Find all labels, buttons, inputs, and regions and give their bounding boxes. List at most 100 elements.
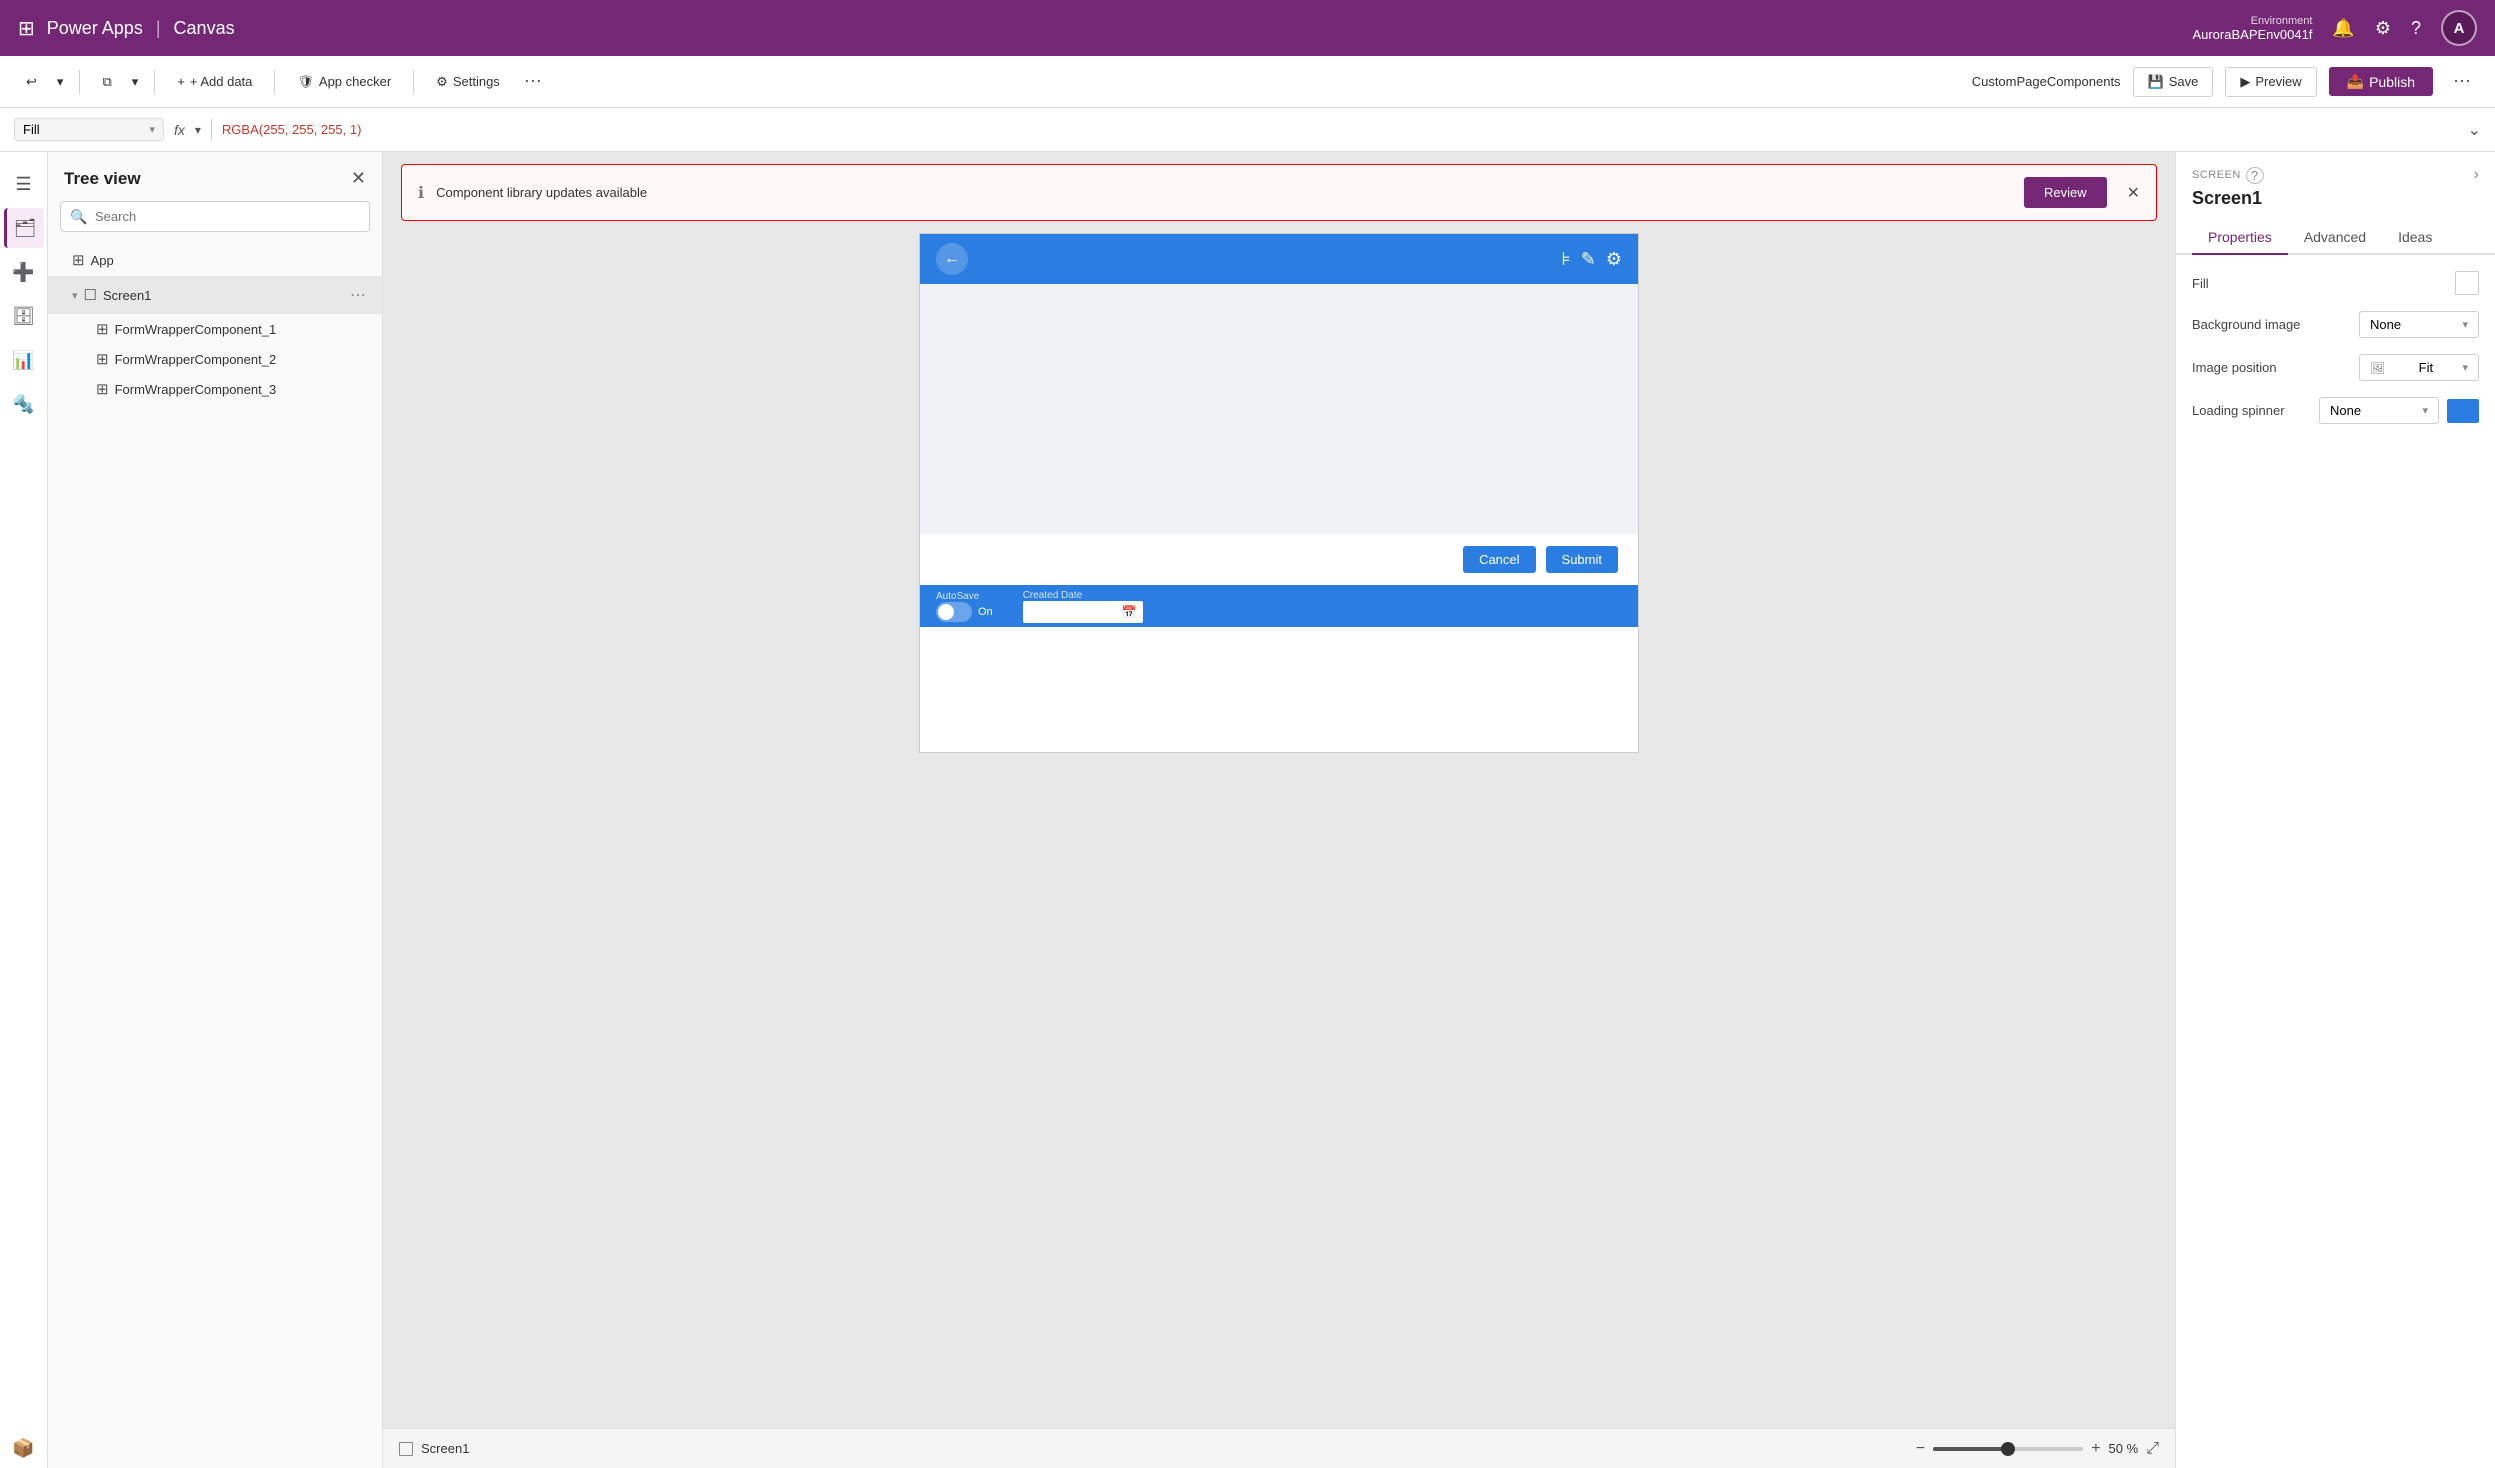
right-panel-tabs: Properties Advanced Ideas <box>2176 221 2495 255</box>
component3-label: FormWrapperComponent_3 <box>115 382 370 397</box>
sidebar-insert-icon[interactable]: ➕ <box>4 252 44 292</box>
right-panel-title: Screen1 <box>2176 184 2495 221</box>
fill-value <box>2455 271 2479 295</box>
app-title: Power Apps | Canvas <box>47 18 235 39</box>
formula-bar: Fill ▾ fx ▾ RGBA(255, 255, 255, 1) ⌄ <box>0 108 2495 152</box>
copy-dropdown-button[interactable]: ▾ <box>128 69 143 95</box>
tab-ideas[interactable]: Ideas <box>2382 221 2448 255</box>
add-data-button[interactable]: + + Add data <box>167 69 262 94</box>
tree-item-component2[interactable]: ⊞ FormWrapperComponent_2 <box>48 344 382 374</box>
toolbar-separator-2 <box>154 70 155 94</box>
app-edit-icon[interactable]: ✎ <box>1581 249 1596 270</box>
sidebar-components-icon[interactable]: 🔩 <box>4 384 44 424</box>
app-icon: ⊞ <box>72 251 85 269</box>
app-filter-icon[interactable]: ⊧ <box>1561 249 1570 270</box>
formula-expand-icon[interactable]: ⌄ <box>2468 122 2481 139</box>
zoom-controls: − + 50 % ⤢ <box>1916 1440 2159 1458</box>
settings-button[interactable]: ⚙ Settings <box>426 69 510 95</box>
tree-header: Tree view ✕ <box>48 152 382 201</box>
property-selector[interactable]: Fill ▾ <box>14 118 164 141</box>
app-checker-button[interactable]: 🛡 App checker <box>287 69 401 95</box>
topbar: ⊞ Power Apps | Canvas Environment Aurora… <box>0 0 2495 56</box>
zoom-slider[interactable] <box>1933 1447 2083 1451</box>
undo-button[interactable]: ↩ <box>16 69 47 95</box>
fill-color-swatch[interactable] <box>2455 271 2479 295</box>
created-date-input[interactable]: 📅 <box>1023 601 1143 623</box>
tab-advanced[interactable]: Advanced <box>2288 221 2382 255</box>
tree-item-component1[interactable]: ⊞ FormWrapperComponent_1 <box>48 314 382 344</box>
gear-icon: ⚙ <box>436 74 448 90</box>
loading-spinner-color-swatch[interactable] <box>2447 399 2479 423</box>
tree-items: ⊞ App ▾ ☐ Screen1 ⋯ ⊞ FormWrapperCompone… <box>48 244 382 1468</box>
tree-item-component3[interactable]: ⊞ FormWrapperComponent_3 <box>48 374 382 404</box>
save-button[interactable]: 💾 Save <box>2133 67 2214 97</box>
app-header-icons: ⊧ ✎ ⚙ <box>1561 249 1622 270</box>
image-position-property-row: Image position 🖼 Fit ▾ <box>2192 354 2479 381</box>
app-settings-icon[interactable]: ⚙ <box>1606 249 1622 270</box>
right-panel-help-icon[interactable]: ? <box>2246 167 2264 184</box>
created-date-field: Created Date 📅 <box>1023 590 1143 623</box>
image-position-dropdown[interactable]: 🖼 Fit ▾ <box>2359 354 2479 381</box>
screen-label: SCREEN ? <box>2192 167 2264 184</box>
image-position-dropdown-icon: ▾ <box>2462 361 2468 374</box>
search-input[interactable] <box>60 201 370 232</box>
notification-text: Component library updates available <box>436 185 2012 200</box>
review-button[interactable]: Review <box>2024 177 2107 208</box>
notification-close-button[interactable]: ✕ <box>2127 183 2140 203</box>
component2-label: FormWrapperComponent_2 <box>115 352 370 367</box>
sidebar-home-icon[interactable]: ☰ <box>4 164 44 204</box>
grid-icon[interactable]: ⊞ <box>18 16 35 41</box>
notification-bell-icon[interactable]: 🔔 <box>2332 18 2354 39</box>
search-icon: 🔍 <box>70 208 87 225</box>
zoom-thumb[interactable] <box>2001 1442 2015 1456</box>
formula-chevron-icon[interactable]: ▾ <box>195 123 201 137</box>
page-name-label: CustomPageComponents <box>1972 74 2121 89</box>
sidebar-charts-icon[interactable]: 📊 <box>4 340 44 380</box>
loading-spinner-value: None ▾ <box>2319 397 2479 424</box>
app-footer-bar: AutoSave On Created Date 📅 <box>920 585 1638 627</box>
toolbar-separator-3 <box>274 70 275 94</box>
settings-icon[interactable]: ⚙ <box>2375 18 2391 39</box>
more-options-button[interactable]: ⋯ <box>516 67 550 96</box>
app-cancel-button[interactable]: Cancel <box>1463 546 1535 573</box>
background-image-property-row: Background image None ▾ <box>2192 311 2479 338</box>
screen1-label: Screen1 <box>103 288 340 303</box>
undo-dropdown-button[interactable]: ▾ <box>53 69 68 95</box>
toolbar-separator-1 <box>79 70 80 94</box>
left-sidebar-icons: ☰ 🗂 ➕ 🗄 📊 🔩 📦 <box>0 152 48 1468</box>
help-icon[interactable]: ? <box>2411 18 2421 39</box>
sidebar-data-icon[interactable]: 🗄 <box>4 296 44 336</box>
background-image-dropdown[interactable]: None ▾ <box>2359 311 2479 338</box>
sidebar-layers-icon[interactable]: 🗂 <box>4 208 44 248</box>
zoom-in-button[interactable]: + <box>2091 1440 2100 1458</box>
screen-indicator: Screen1 <box>399 1441 469 1456</box>
fill-label: Fill <box>2192 276 2209 291</box>
toolbar-separator-4 <box>413 70 414 94</box>
loading-spinner-dropdown[interactable]: None ▾ <box>2319 397 2439 424</box>
sidebar-variables-icon[interactable]: 📦 <box>4 1428 44 1468</box>
preview-button[interactable]: ▶ Preview <box>2225 67 2316 97</box>
right-panel-header: SCREEN ? › <box>2176 152 2495 184</box>
user-avatar[interactable]: A <box>2441 10 2477 46</box>
expand-canvas-button[interactable]: ⤢ <box>2146 1440 2159 1458</box>
background-image-label: Background image <box>2192 317 2300 332</box>
copy-button[interactable]: ⧉ <box>92 69 121 95</box>
tree-item-app[interactable]: ⊞ App <box>48 244 382 276</box>
publish-icon: 📤 <box>2347 73 2364 90</box>
formula-input[interactable]: RGBA(255, 255, 255, 1) <box>222 122 2458 137</box>
tree-item-screen1[interactable]: ▾ ☐ Screen1 ⋯ <box>48 276 382 314</box>
zoom-out-button[interactable]: − <box>1916 1440 1925 1458</box>
component2-icon: ⊞ <box>96 350 109 368</box>
tree-close-button[interactable]: ✕ <box>351 168 366 189</box>
autosave-toggle[interactable] <box>936 602 972 622</box>
toolbar-ellipsis-button[interactable]: ⋯ <box>2445 67 2479 96</box>
date-calendar-icon: 📅 <box>1122 605 1137 619</box>
right-panel-expand-icon[interactable]: › <box>2474 166 2479 184</box>
app-back-button[interactable]: ← <box>936 243 968 275</box>
app-submit-button[interactable]: Submit <box>1546 546 1618 573</box>
autosave-label: AutoSave <box>936 591 993 602</box>
screen1-expand-icon[interactable]: ▾ <box>72 289 78 302</box>
tab-properties[interactable]: Properties <box>2192 221 2288 255</box>
publish-button[interactable]: 📤 Publish <box>2329 67 2433 96</box>
screen1-more-button[interactable]: ⋯ <box>346 283 370 307</box>
